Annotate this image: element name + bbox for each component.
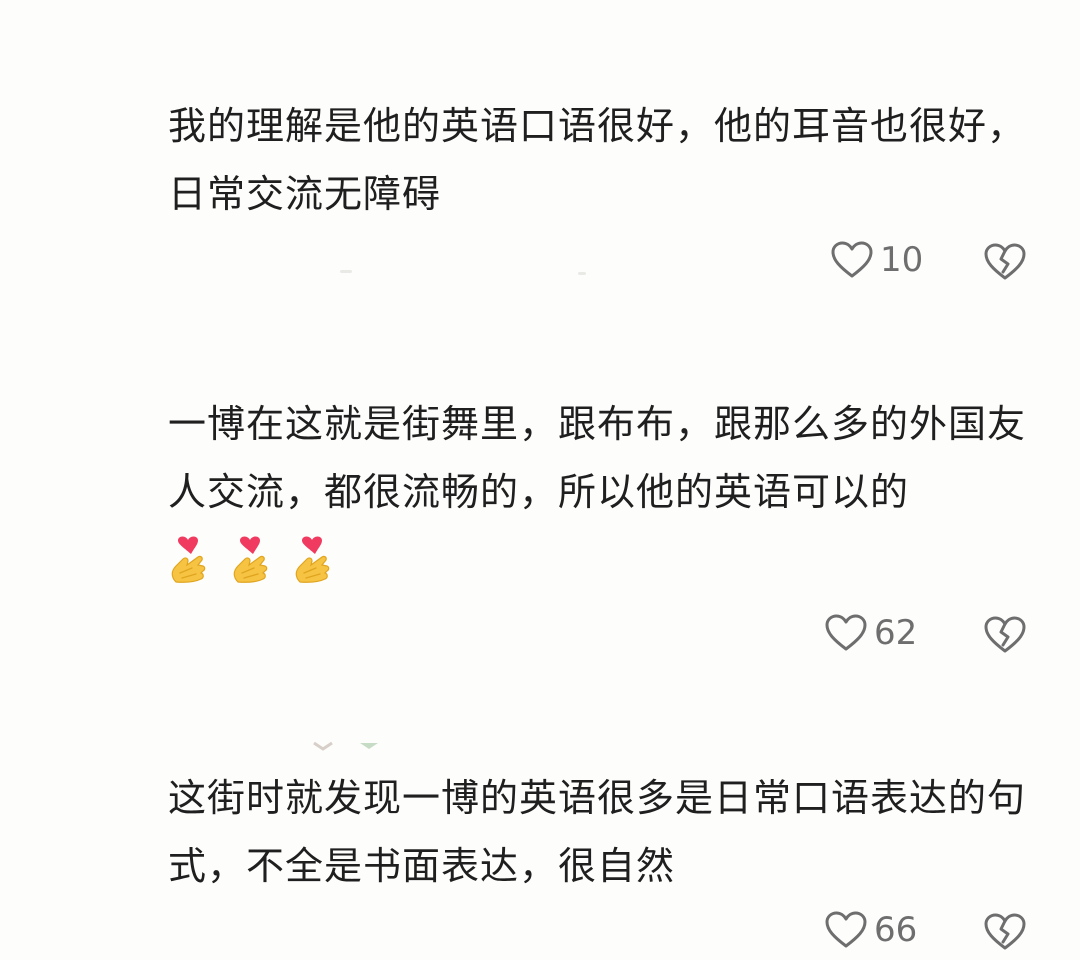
comment-actions: 10 [0,240,1080,290]
comment-item[interactable]: 我的理解是他的英语口语很好，他的耳音也很好，日常交流无障碍 [168,92,1048,228]
broken-heart-icon[interactable] [983,615,1027,655]
decoration-mark [360,743,378,749]
comment-item[interactable]: 一博在这就是街舞里，跟布布，跟那么多的外国友人交流，都很流畅的，所以他的英语可以… [168,390,1048,588]
heart-outline-icon [825,614,867,651]
like-button[interactable]: 66 [824,910,917,950]
heart-outline-icon [831,241,873,278]
comment-actions: 62 [0,613,1080,663]
like-count: 66 [874,910,918,950]
emoji-row [168,532,1048,588]
finger-heart-emoji [295,536,330,583]
comment-actions: 66 [0,910,1080,960]
heart-outline-icon [825,911,867,948]
comment-text: 我的理解是他的英语口语很好，他的耳音也很好，日常交流无障碍 [168,104,1027,216]
comment-text: 这街时就发现一博的英语很多是日常口语表达的句式，不全是书面表达，很自然 [168,776,1027,888]
like-button[interactable]: 10 [830,240,923,280]
broken-heart-icon[interactable] [983,242,1027,282]
like-count: 62 [874,613,918,653]
like-button[interactable]: 62 [824,613,917,653]
divider [578,272,586,275]
finger-heart-emoji [233,536,268,583]
comment-text: 一博在这就是街舞里，跟布布，跟那么多的外国友人交流，都很流畅的，所以他的英语可以… [168,402,1027,514]
like-count: 10 [880,240,924,280]
broken-heart-icon[interactable] [983,912,1027,952]
finger-heart-emoji [171,536,206,583]
divider [340,270,352,273]
comment-item[interactable]: 这街时就发现一博的英语很多是日常口语表达的句式，不全是书面表达，很自然 [168,764,1048,900]
decoration-mark [313,741,333,751]
